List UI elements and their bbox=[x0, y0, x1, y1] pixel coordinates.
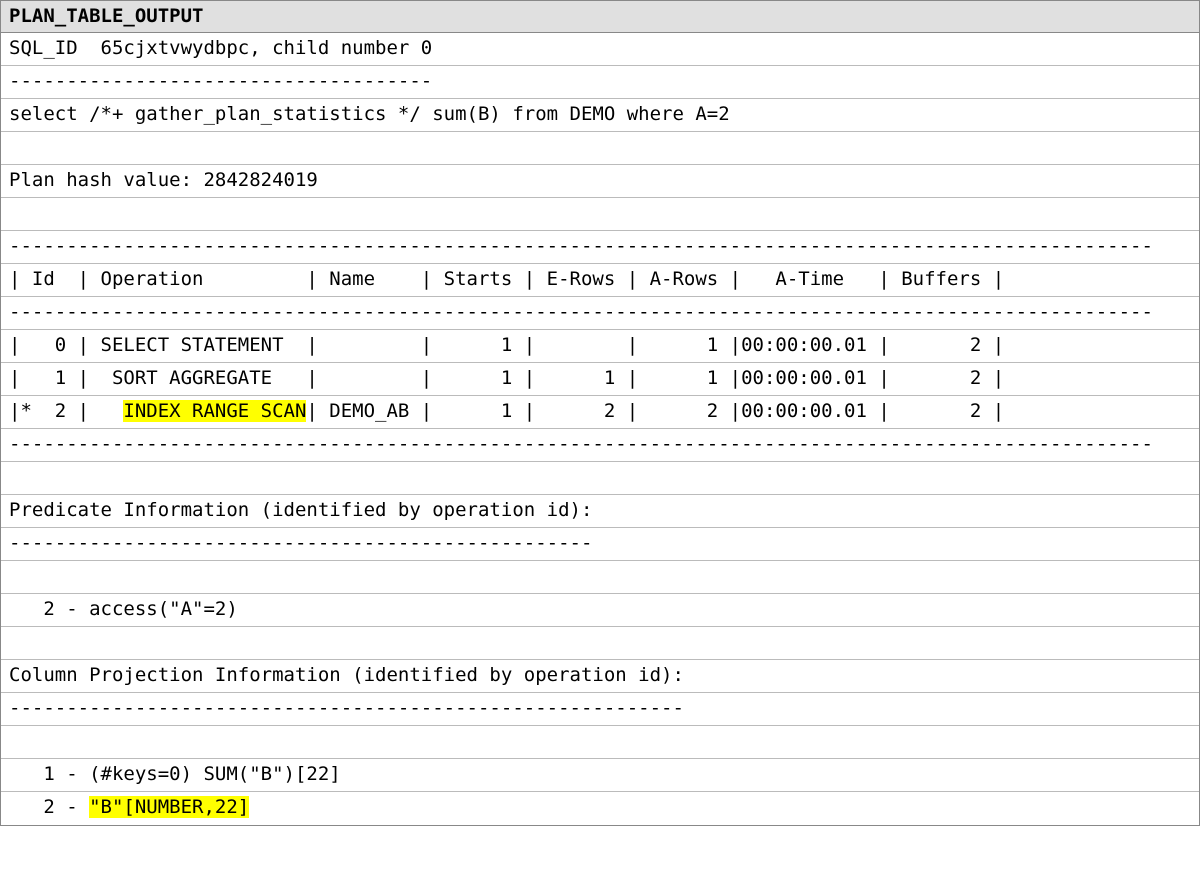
plan-divider-mid: ----------------------------------------… bbox=[1, 297, 1199, 330]
blank-line bbox=[1, 627, 1199, 660]
projection-line-2: 2 - "B"[NUMBER,22] bbox=[1, 792, 1199, 825]
divider-line: ------------------------------------- bbox=[1, 66, 1199, 99]
column-projection-divider: ----------------------------------------… bbox=[1, 693, 1199, 726]
predicate-info-header: Predicate Information (identified by ope… bbox=[1, 495, 1199, 528]
table-header: PLAN_TABLE_OUTPUT bbox=[1, 1, 1199, 33]
blank-line bbox=[1, 726, 1199, 759]
column-projection-header: Column Projection Information (identifie… bbox=[1, 660, 1199, 693]
plan-row-2: |* 2 | INDEX RANGE SCAN| DEMO_AB | 1 | 2… bbox=[1, 396, 1199, 429]
plan-row-2-prefix: |* 2 | bbox=[9, 400, 123, 422]
plan-hash-line: Plan hash value: 2842824019 bbox=[1, 165, 1199, 198]
b-number-highlight: "B"[NUMBER,22] bbox=[89, 796, 249, 818]
sql-id-line: SQL_ID 65cjxtvwydbpc, child number 0 bbox=[1, 33, 1199, 66]
predicate-info-divider: ----------------------------------------… bbox=[1, 528, 1199, 561]
plan-row-1: | 1 | SORT AGGREGATE | | 1 | 1 | 1 |00:0… bbox=[1, 363, 1199, 396]
plan-row-0: | 0 | SELECT STATEMENT | | 1 | | 1 |00:0… bbox=[1, 330, 1199, 363]
projection-line-2-prefix: 2 - bbox=[9, 796, 89, 818]
blank-line bbox=[1, 462, 1199, 495]
plan-divider-bottom: ----------------------------------------… bbox=[1, 429, 1199, 462]
blank-line bbox=[1, 198, 1199, 231]
sql-text-line: select /*+ gather_plan_statistics */ sum… bbox=[1, 99, 1199, 132]
plan-table-output: PLAN_TABLE_OUTPUT SQL_ID 65cjxtvwydbpc, … bbox=[0, 0, 1200, 826]
plan-row-2-suffix: | DEMO_AB | 1 | 2 | 2 |00:00:00.01 | 2 | bbox=[306, 400, 1004, 422]
index-range-scan-highlight: INDEX RANGE SCAN bbox=[123, 400, 306, 422]
blank-line bbox=[1, 132, 1199, 165]
plan-divider-top: ----------------------------------------… bbox=[1, 231, 1199, 264]
predicate-line-2: 2 - access("A"=2) bbox=[1, 594, 1199, 627]
plan-columns-header: | Id | Operation | Name | Starts | E-Row… bbox=[1, 264, 1199, 297]
projection-line-1: 1 - (#keys=0) SUM("B")[22] bbox=[1, 759, 1199, 792]
blank-line bbox=[1, 561, 1199, 594]
